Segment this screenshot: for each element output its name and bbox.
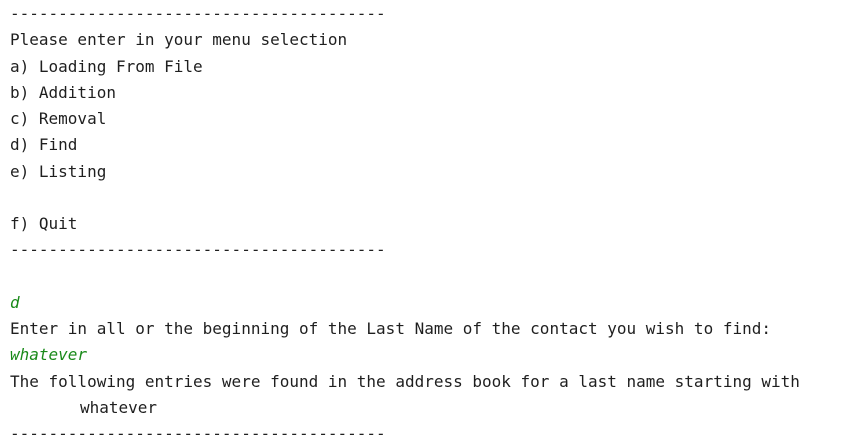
- user-query-input: whatever: [10, 345, 88, 364]
- menu-item-quit: f) Quit: [10, 214, 78, 233]
- menu-prompt: Please enter in your menu selection: [10, 30, 348, 49]
- result-term: whatever: [80, 398, 158, 417]
- menu-item-addition: b) Addition: [10, 83, 116, 102]
- separator-top: ---------------------------------------: [10, 4, 386, 23]
- find-prompt: Enter in all or the beginning of the Las…: [10, 319, 771, 338]
- menu-item-listing: e) Listing: [10, 162, 107, 181]
- menu-item-loading: a) Loading From File: [10, 57, 203, 76]
- result-text: The following entries were found in the …: [10, 372, 800, 391]
- menu-item-removal: c) Removal: [10, 109, 107, 128]
- console-output: --------------------------------------- …: [0, 0, 857, 443]
- menu-item-find: d) Find: [10, 135, 78, 154]
- user-choice-input: d: [10, 293, 20, 312]
- separator-mid: ---------------------------------------: [10, 240, 386, 259]
- separator-bottom: ---------------------------------------: [10, 424, 386, 443]
